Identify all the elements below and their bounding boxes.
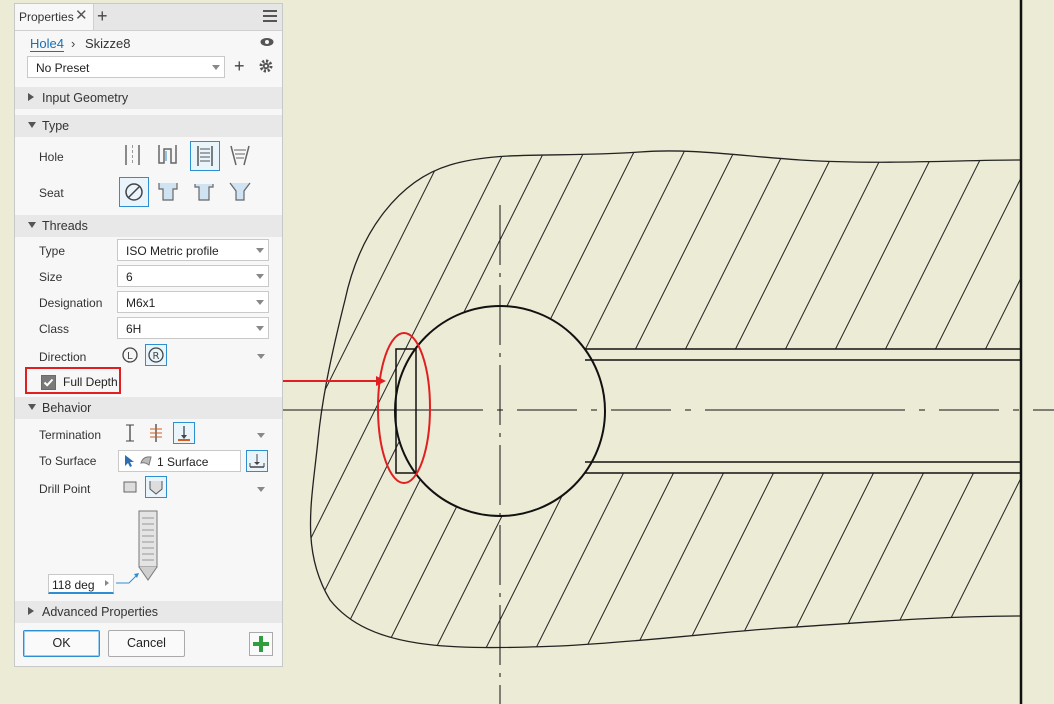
- countersink-button[interactable]: [226, 177, 256, 207]
- properties-panel: Properties ✕ + Hole4 › Skizze8 No Preset…: [14, 3, 283, 667]
- expand-arrow-icon: [28, 607, 34, 615]
- direction-label: Direction: [39, 350, 87, 364]
- thread-type-value: ISO Metric profile: [126, 244, 219, 258]
- expand-arrow-icon: [28, 93, 34, 101]
- tab-properties[interactable]: Properties ✕: [15, 4, 94, 30]
- taper-tapped-hole-button[interactable]: [226, 141, 256, 171]
- gear-icon[interactable]: [259, 59, 273, 73]
- hamburger-menu-icon[interactable]: [263, 10, 277, 22]
- to-surface-value: 1 Surface: [157, 455, 209, 469]
- ok-button[interactable]: OK: [23, 630, 100, 657]
- angle-drill-point-button[interactable]: [145, 476, 167, 498]
- add-tab-icon[interactable]: +: [97, 7, 108, 25]
- thread-type-label: Type: [39, 244, 66, 258]
- breadcrumb-hole-link[interactable]: Hole4: [30, 36, 64, 52]
- chevron-down-icon[interactable]: [257, 354, 265, 359]
- svg-text:L: L: [127, 351, 133, 362]
- class-dropdown[interactable]: 6H: [117, 317, 269, 339]
- chevron-right-icon: ›: [71, 36, 76, 51]
- thread-type-dropdown[interactable]: ISO Metric profile: [117, 239, 269, 261]
- section-advanced-label: Advanced Properties: [42, 605, 159, 619]
- chevron-down-icon: [256, 248, 264, 253]
- chevron-right-icon[interactable]: [105, 580, 109, 586]
- select-cursor-icon: [125, 455, 152, 467]
- green-plus-icon: [253, 636, 269, 652]
- spotface-button[interactable]: [190, 177, 220, 207]
- svg-text:R: R: [153, 351, 160, 362]
- full-depth-highlight: Full Depth: [25, 367, 121, 394]
- section-input-geometry[interactable]: Input Geometry: [15, 87, 282, 109]
- to-termination-button[interactable]: [173, 422, 195, 444]
- hole-label: Hole: [39, 150, 64, 164]
- collapse-arrow-icon: [28, 222, 36, 228]
- preset-dropdown[interactable]: No Preset: [27, 56, 225, 78]
- flat-drill-point-button[interactable]: [119, 476, 141, 498]
- chevron-down-icon[interactable]: [257, 487, 265, 492]
- drill-angle-input[interactable]: 118 deg: [48, 574, 114, 594]
- chevron-down-icon: [256, 326, 264, 331]
- tapped-hole-button[interactable]: [190, 141, 220, 171]
- collapse-arrow-icon: [28, 404, 36, 410]
- breadcrumb-current: Skizze8: [85, 36, 131, 51]
- designation-value: M6x1: [126, 296, 156, 310]
- distance-termination-button[interactable]: [119, 422, 141, 444]
- section-type-label: Type: [42, 119, 70, 133]
- to-surface-label: To Surface: [39, 454, 97, 468]
- thread-size-dropdown[interactable]: 6: [117, 265, 269, 287]
- tab-properties-label: Properties: [19, 10, 74, 24]
- collapse-arrow-icon: [28, 122, 36, 128]
- through-all-termination-button[interactable]: [145, 422, 167, 444]
- section-advanced-properties[interactable]: Advanced Properties: [15, 601, 282, 623]
- chevron-down-icon: [256, 300, 264, 305]
- no-seat-button[interactable]: [119, 177, 149, 207]
- class-label: Class: [39, 322, 70, 336]
- preset-value: No Preset: [36, 61, 90, 75]
- flip-surface-button[interactable]: [246, 450, 268, 472]
- section-input-geometry-label: Input Geometry: [42, 91, 129, 105]
- thread-size-value: 6: [126, 270, 133, 284]
- chevron-down-icon[interactable]: [257, 433, 265, 438]
- close-icon[interactable]: ✕: [75, 8, 88, 24]
- full-depth-checkbox[interactable]: [41, 375, 56, 390]
- tab-bar: Properties ✕ +: [15, 4, 282, 31]
- eye-icon[interactable]: [260, 37, 274, 47]
- angle-leader-icon: [116, 573, 139, 584]
- section-type[interactable]: Type: [15, 115, 282, 137]
- seat-label: Seat: [39, 186, 64, 200]
- thread-size-label: Size: [39, 270, 63, 284]
- chevron-down-icon: [212, 65, 220, 70]
- section-behavior-label: Behavior: [42, 401, 92, 415]
- drill-angle-value: 118 deg: [52, 578, 95, 592]
- clearance-hole-button[interactable]: [154, 141, 184, 171]
- counterbore-button[interactable]: [154, 177, 184, 207]
- chevron-down-icon: [256, 274, 264, 279]
- designation-dropdown[interactable]: M6x1: [117, 291, 269, 313]
- left-hand-thread-button[interactable]: L: [119, 344, 141, 366]
- to-surface-selector[interactable]: 1 Surface: [118, 450, 241, 472]
- drill-point-label: Drill Point: [39, 482, 91, 496]
- apply-plus-button[interactable]: [249, 632, 273, 656]
- section-behavior[interactable]: Behavior: [15, 397, 282, 419]
- cancel-button[interactable]: Cancel: [108, 630, 185, 657]
- section-threads-label: Threads: [42, 219, 88, 233]
- designation-label: Designation: [39, 296, 103, 310]
- right-hand-thread-button[interactable]: R: [145, 344, 167, 366]
- simple-hole-button[interactable]: [119, 141, 149, 171]
- termination-label: Termination: [39, 428, 102, 442]
- section-threads[interactable]: Threads: [15, 215, 282, 237]
- class-value: 6H: [126, 322, 142, 336]
- full-depth-label[interactable]: Full Depth: [63, 375, 118, 389]
- add-preset-icon[interactable]: +: [234, 57, 245, 75]
